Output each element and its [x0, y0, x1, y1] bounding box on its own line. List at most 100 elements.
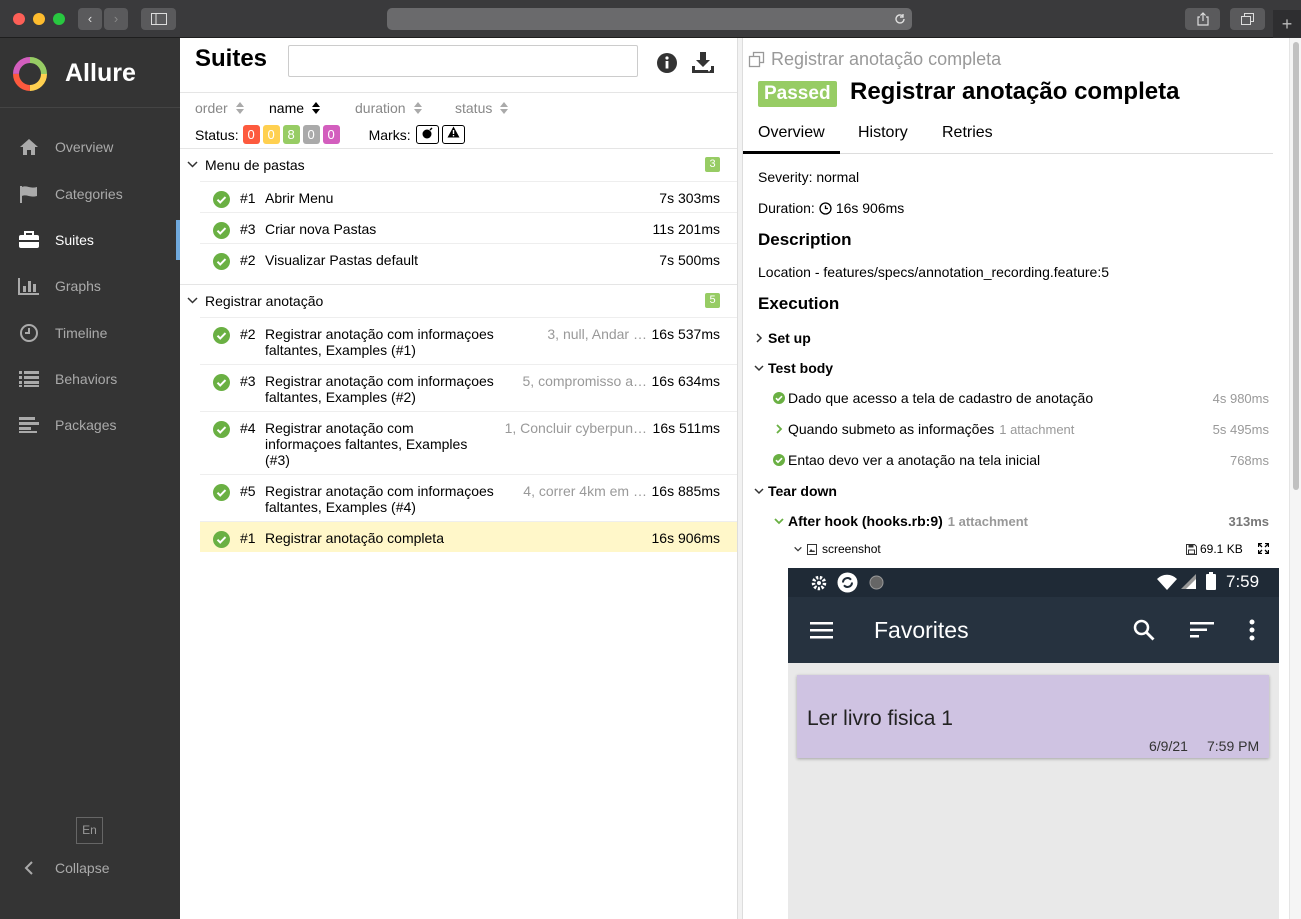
table-row[interactable]: #1 Abrir Menu 7s 303ms — [200, 181, 737, 212]
setup-toggle[interactable]: Set up — [753, 330, 811, 346]
test-duration: 7s 500ms — [659, 252, 720, 268]
sidebar-item-graphs[interactable]: Graphs — [0, 266, 180, 306]
sidebar-item-suites[interactable]: Suites — [0, 220, 180, 260]
divider — [0, 107, 180, 108]
wifi-icon — [1157, 574, 1177, 590]
chevron-right-icon — [776, 424, 783, 434]
suite-group-name: Registrar anotação — [205, 292, 324, 309]
test-number: #1 — [240, 530, 256, 546]
sidebar-item-label: Categories — [55, 186, 123, 202]
sidebar-item-behaviors[interactable]: Behaviors — [0, 359, 180, 399]
app-name: Allure — [65, 59, 136, 87]
attachment-toggle[interactable]: screenshot — [793, 542, 881, 556]
sidebar-icon — [150, 13, 167, 25]
table-row[interactable]: #4 Registrar anotação com informaçoes fa… — [200, 411, 737, 474]
save-icon — [1186, 543, 1197, 555]
passed-icon — [773, 392, 785, 404]
tear-down-toggle[interactable]: Tear down — [753, 483, 837, 499]
test-params: 1, Concluir cyberpun… — [504, 420, 647, 436]
step-duration: 4s 980ms — [1212, 391, 1269, 406]
collapse-button[interactable]: Collapse — [0, 848, 180, 888]
sidebar-item-timeline[interactable]: Timeline — [0, 313, 180, 353]
screenshot-preview[interactable]: 7:59 Favorites Ler livro fisica 1 6/9/21… — [788, 568, 1279, 919]
suite-group-count: 3 — [705, 157, 720, 172]
back-button[interactable]: ‹ — [78, 8, 102, 30]
step-duration: 313ms — [1228, 514, 1269, 529]
collapse-label: Collapse — [55, 860, 110, 876]
sidebar-item-label: Behaviors — [55, 371, 118, 387]
sort-icon — [312, 102, 321, 114]
sidebar-item-categories[interactable]: Categories — [0, 174, 180, 214]
info-icon[interactable] — [657, 53, 677, 76]
new-failed-mark-toggle[interactable] — [441, 125, 465, 144]
status-label: Status: — [195, 126, 239, 143]
sidebar-toggle-button[interactable] — [141, 8, 176, 30]
table-row[interactable]: #2 Registrar anotação com informaçoes fa… — [200, 317, 737, 364]
step-duration: 5s 495ms — [1212, 422, 1269, 437]
test-name: Abrir Menu — [265, 190, 334, 206]
test-params: 4, correr 4km em … — [523, 483, 647, 499]
tabs-overview-button[interactable] — [1230, 8, 1265, 30]
share-button[interactable] — [1185, 8, 1220, 30]
test-number: #3 — [240, 221, 256, 237]
step-row[interactable]: Entao devo ver a anotação na tela inicia… — [773, 452, 1040, 468]
suite-group-registrar-anotacao[interactable]: Registrar anotação 5 — [180, 284, 737, 316]
test-detail-panel: Registrar anotação completa Passed Regis… — [743, 38, 1289, 919]
expand-icon[interactable] — [1258, 543, 1269, 554]
table-row-selected[interactable]: #1 Registrar anotação completa 16s 906ms — [200, 521, 737, 552]
unknown-count-toggle[interactable]: 0 — [322, 125, 340, 144]
passed-icon — [213, 327, 230, 347]
search-input[interactable] — [288, 45, 638, 77]
download-icon[interactable] — [691, 51, 715, 78]
sort-order-button[interactable]: order — [195, 99, 251, 117]
sort-status-button[interactable]: status — [455, 99, 509, 117]
test-params: 3, null, Andar … — [547, 326, 647, 342]
sort-duration-button[interactable]: duration — [355, 99, 437, 117]
table-row[interactable]: #3 Registrar anotação com informaçoes fa… — [200, 364, 737, 411]
attachment-size-value: 69.1 KB — [1200, 542, 1243, 556]
suites-panel: Suites order name duration status Status… — [180, 38, 737, 919]
maximize-window-button[interactable] — [53, 13, 65, 25]
flaky-mark-toggle[interactable] — [415, 125, 439, 144]
tab-history[interactable]: History — [858, 124, 908, 154]
table-row[interactable]: #3 Criar nova Pastas 11s 201ms — [200, 212, 737, 243]
minimize-window-button[interactable] — [33, 13, 45, 25]
broken-count-toggle[interactable]: 0 — [262, 125, 280, 144]
reload-icon[interactable] — [894, 13, 906, 25]
sidebar-item-overview[interactable]: Overview — [0, 127, 180, 167]
step-row[interactable]: Dado que acesso a tela de cadastro de an… — [773, 390, 1093, 406]
detail-tabs: Overview History Retries — [743, 124, 1273, 154]
sidebar-item-label: Graphs — [55, 278, 101, 294]
address-bar[interactable] — [387, 8, 912, 30]
tab-retries[interactable]: Retries — [942, 124, 993, 154]
table-row[interactable]: #5 Registrar anotação com informaçoes fa… — [200, 474, 737, 521]
description-text: Location - features/specs/annotation_rec… — [758, 264, 1110, 280]
scrollbar-thumb[interactable] — [1293, 42, 1299, 490]
skipped-count-toggle[interactable]: 0 — [302, 125, 320, 144]
step-name: Entao devo ver a anotação na tela inicia… — [788, 452, 1041, 468]
phone-clock: 7:59 — [1226, 572, 1260, 591]
suite-group-menu-de-pastas[interactable]: Menu de pastas 3 — [180, 148, 737, 180]
copy-icon[interactable] — [748, 51, 765, 68]
sidebar-item-label: Packages — [55, 417, 117, 433]
language-button[interactable]: En — [76, 817, 103, 844]
detail-scrollbar[interactable] — [1289, 38, 1301, 919]
step-row[interactable]: Quando submeto as informações 1 attachme… — [773, 421, 1074, 437]
flag-icon — [0, 185, 55, 203]
clock-icon — [819, 201, 832, 215]
close-window-button[interactable] — [13, 13, 25, 25]
tab-overview[interactable]: Overview — [743, 124, 840, 154]
test-body-toggle[interactable]: Test body — [753, 360, 833, 376]
sidebar-item-label: Suites — [55, 232, 94, 248]
passed-count-toggle[interactable]: 8 — [282, 125, 300, 144]
passed-icon — [213, 421, 230, 441]
forward-button[interactable]: › — [104, 8, 128, 30]
table-row[interactable]: #2 Visualizar Pastas default 7s 500ms — [200, 243, 737, 274]
sort-name-button[interactable]: name — [269, 99, 337, 117]
failed-count-toggle[interactable]: 0 — [242, 125, 260, 144]
new-tab-button[interactable]: + — [1273, 10, 1301, 38]
test-name: Registrar anotação com informaçoes falta… — [265, 373, 494, 405]
chevron-down-icon — [180, 297, 205, 304]
after-hook-toggle[interactable]: After hook (hooks.rb:9) 1 attachment — [773, 513, 1028, 529]
sidebar-item-packages[interactable]: Packages — [0, 405, 180, 445]
